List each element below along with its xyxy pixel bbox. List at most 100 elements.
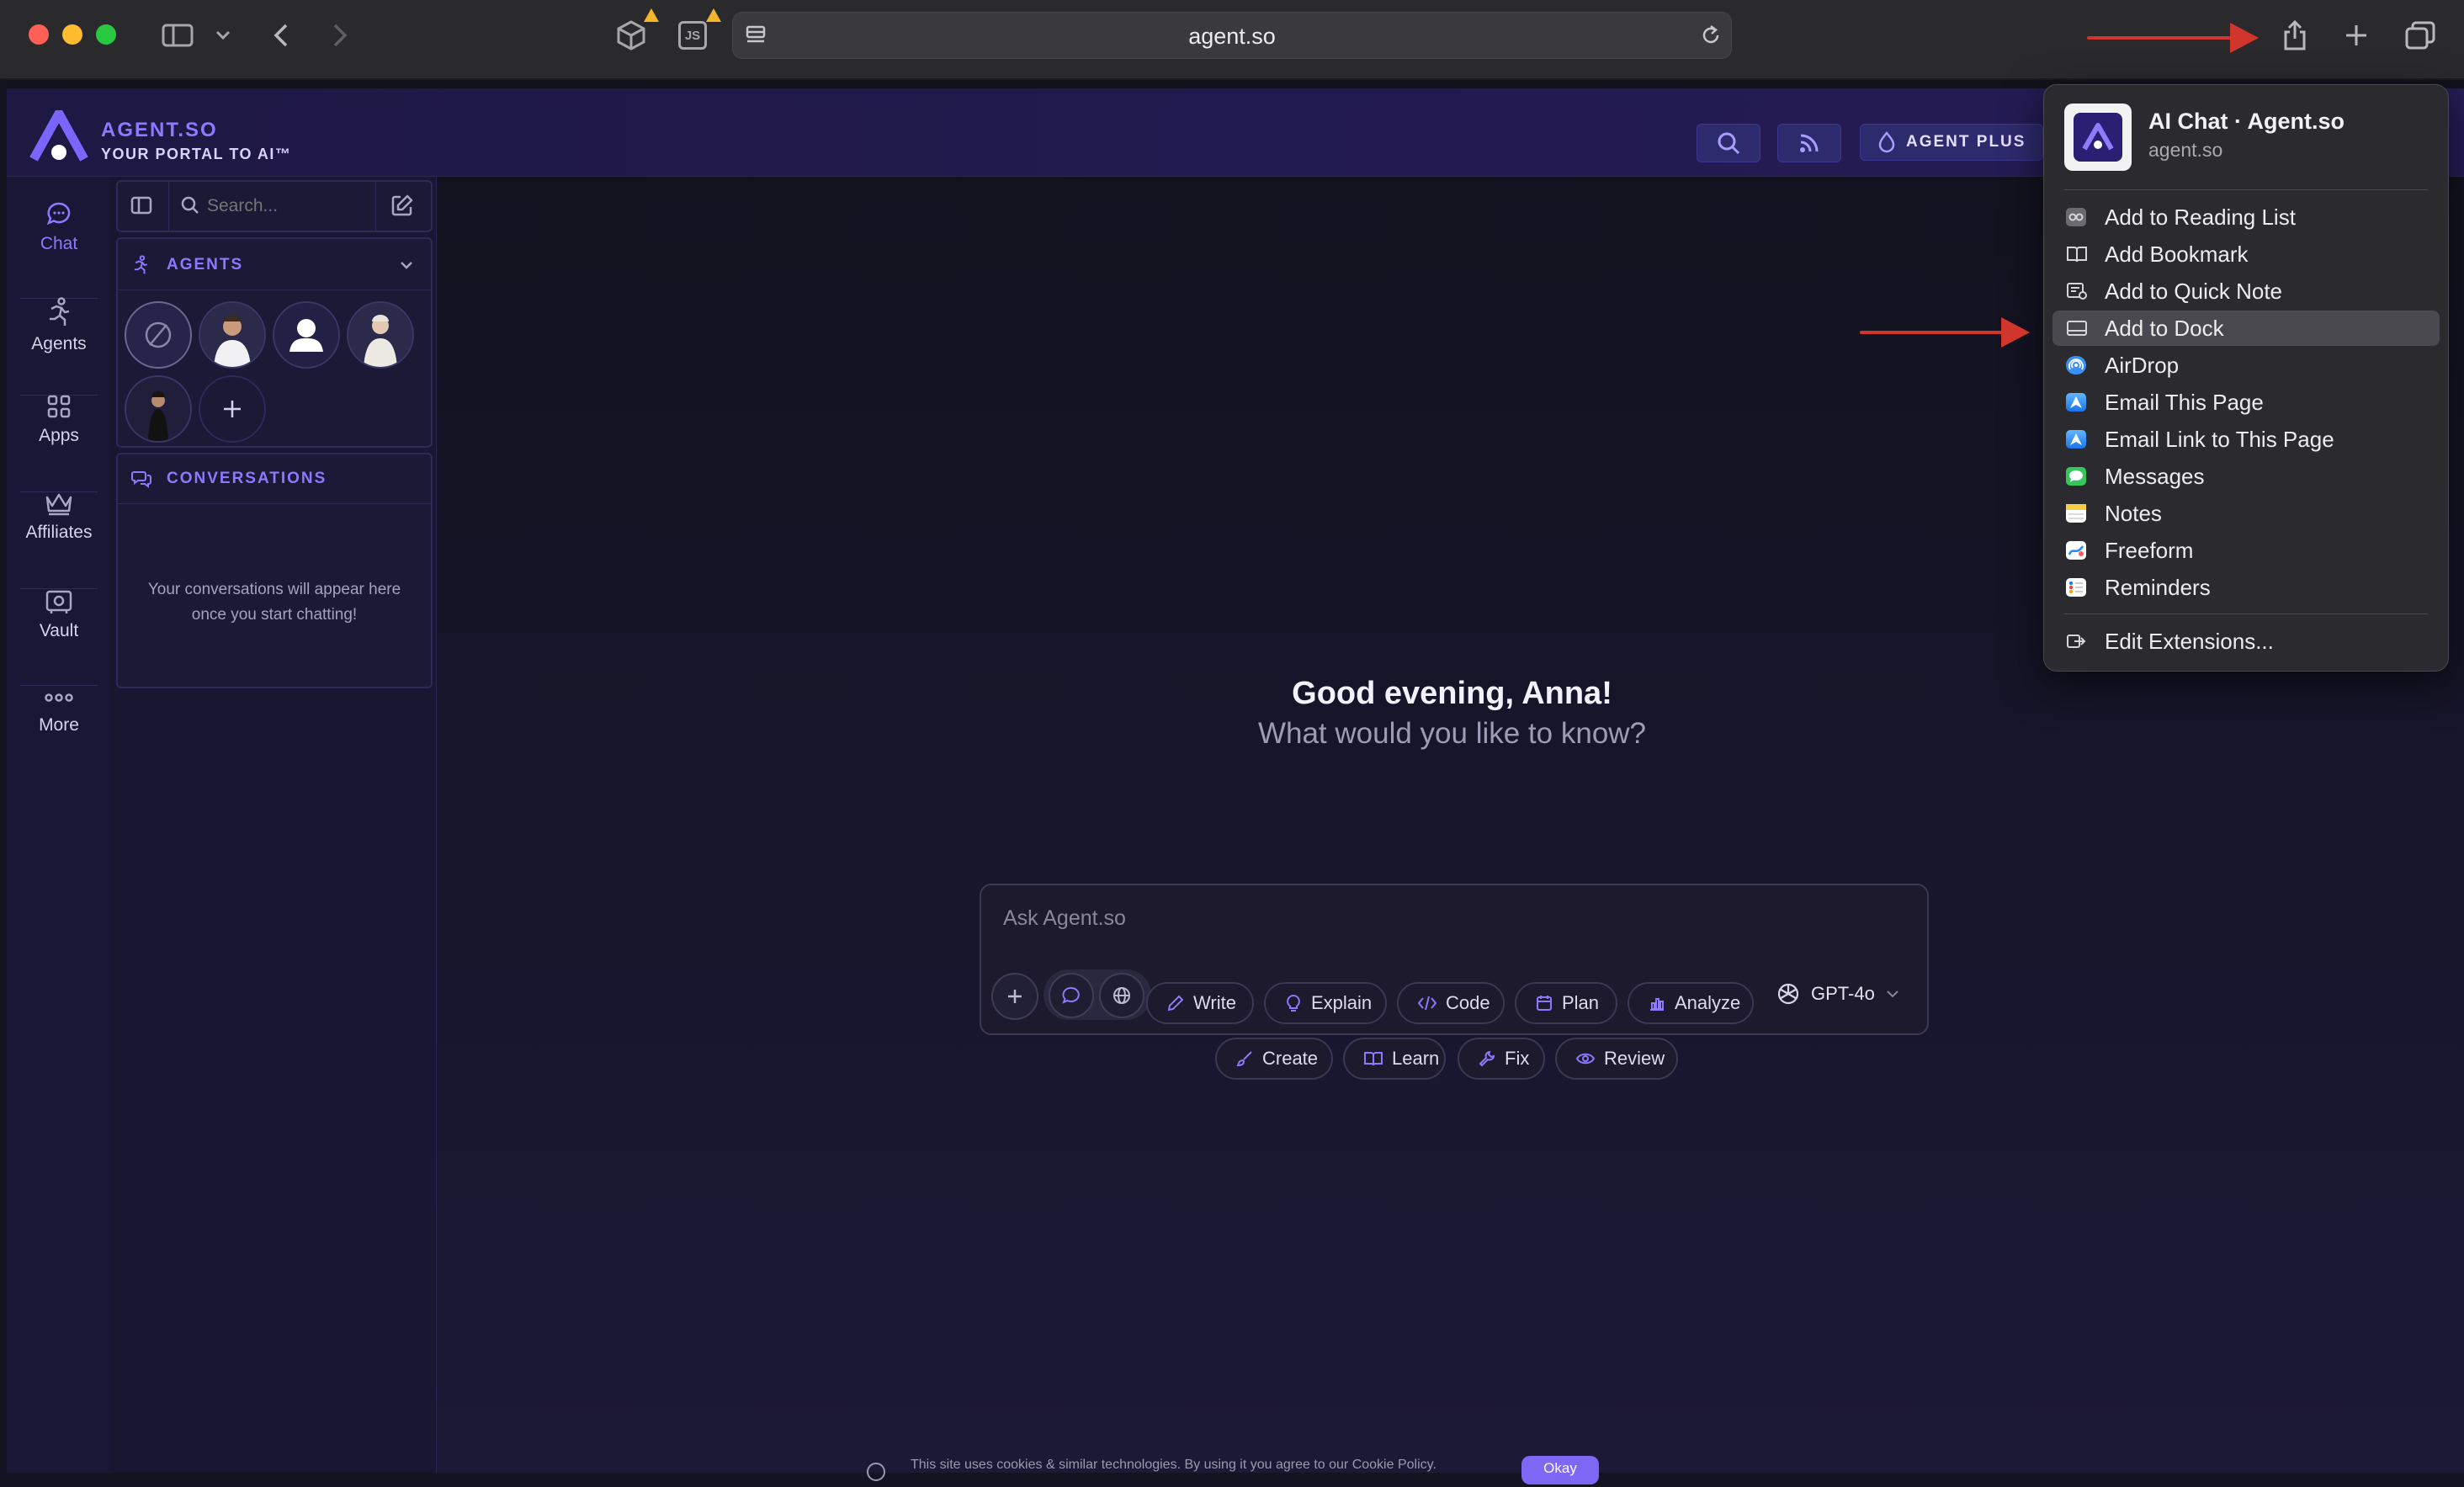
rail-item-chat[interactable]: Chat <box>7 200 111 293</box>
menu-item-add-bookmark[interactable]: Add Bookmark <box>2052 236 2440 272</box>
agent-avatar[interactable] <box>125 375 192 443</box>
menu-item-airdrop[interactable]: AirDrop <box>2052 348 2440 383</box>
chat-icon <box>46 202 71 226</box>
share-page-title: AI Chat · Agent.so <box>2148 109 2345 134</box>
agent-none-avatar[interactable] <box>125 301 192 369</box>
book-icon <box>2066 245 2087 263</box>
menu-item-edit-extensions[interactable]: Edit Extensions... <box>2052 624 2440 659</box>
chip-plan[interactable]: Plan <box>1515 982 1617 1024</box>
cookie-accept-button[interactable]: Okay <box>1521 1456 1599 1484</box>
close-window-button[interactable] <box>29 24 49 45</box>
chip-code[interactable]: Code <box>1397 982 1505 1024</box>
menu-item-label: Edit Extensions... <box>2105 629 2274 654</box>
header-search-button[interactable] <box>1697 124 1760 162</box>
reading-list-icon <box>2066 208 2086 226</box>
conversations-section: CONVERSATIONS Your conversations will ap… <box>116 453 433 688</box>
rail-item-apps[interactable]: Apps <box>7 394 111 486</box>
menu-item-reminders[interactable]: Reminders <box>2052 570 2440 605</box>
menu-item-freeform[interactable]: Freeform <box>2052 533 2440 568</box>
menu-item-email-link-to-this-page[interactable]: Email Link to This Page <box>2052 422 2440 457</box>
menu-item-messages[interactable]: Messages <box>2052 459 2440 494</box>
conversations-empty-text: Your conversations will appear here once… <box>147 581 401 624</box>
share-icon[interactable] <box>2277 15 2313 56</box>
mail-icon <box>2066 430 2086 449</box>
agents-header[interactable]: AGENTS <box>118 239 431 290</box>
sidebar-toggle-icon[interactable] <box>155 15 200 56</box>
menu-item-label: Email Link to This Page <box>2105 427 2334 452</box>
back-icon[interactable] <box>266 15 296 56</box>
pen-icon <box>1167 995 1184 1012</box>
chip-write[interactable]: Write <box>1146 982 1254 1024</box>
reload-icon[interactable] <box>1699 24 1723 51</box>
cookie-notice: This site uses cookies & similar technol… <box>911 1458 1436 1472</box>
minimize-window-button[interactable] <box>62 24 82 45</box>
menu-item-add-to-dock[interactable]: Add to Dock <box>2052 311 2440 346</box>
menu-item-add-to-quick-note[interactable]: Add to Quick Note <box>2052 274 2440 309</box>
agent-logo-icon <box>2064 104 2132 171</box>
lightbulb-icon <box>1287 994 1300 1012</box>
menu-divider <box>2064 189 2428 190</box>
ask-input[interactable] <box>1001 900 1897 936</box>
agent-avatar[interactable] <box>347 301 414 369</box>
menu-divider <box>2064 613 2428 614</box>
conversation-search-input[interactable] <box>205 192 369 220</box>
header-feed-button[interactable] <box>1777 124 1841 162</box>
chevron-down-icon[interactable] <box>399 259 414 274</box>
freeform-icon <box>2066 541 2086 560</box>
messages-icon <box>2066 467 2086 486</box>
zoom-window-button[interactable] <box>96 24 116 45</box>
new-tab-icon[interactable] <box>2339 15 2373 56</box>
chip-create-label: Create <box>1262 1048 1319 1069</box>
crown-icon <box>45 493 72 516</box>
rail-item-affiliates[interactable]: Affiliates <box>7 491 111 583</box>
js-extension-icon[interactable]: JS <box>675 15 710 56</box>
agent-plus-button[interactable]: AGENT PLUS <box>1860 124 2043 161</box>
address-bar[interactable]: agent.so <box>732 12 1732 59</box>
chip-explain-label: Explain <box>1311 992 1373 1013</box>
web-search-mode-button[interactable] <box>1099 973 1144 1018</box>
rail-item-agents[interactable]: Agents <box>7 297 111 390</box>
chip-create[interactable]: Create <box>1215 1038 1333 1080</box>
bar-chart-icon <box>1650 998 1664 1011</box>
chip-review[interactable]: Review <box>1555 1038 1678 1080</box>
chevron-down-icon[interactable] <box>210 15 236 56</box>
rail-label-more: More <box>39 715 79 735</box>
globe-icon <box>1113 987 1130 1004</box>
chip-learn[interactable]: Learn <box>1343 1038 1446 1080</box>
menu-item-add-to-reading-list[interactable]: Add to Reading List <box>2052 199 2440 235</box>
share-page-url: agent.so <box>2148 139 2223 161</box>
chat-mode-button[interactable] <box>1049 973 1094 1018</box>
plus-icon <box>224 401 241 417</box>
agent-plus-label: AGENT PLUS <box>1906 133 2026 151</box>
forward-icon[interactable] <box>325 15 355 56</box>
mail-icon <box>2066 393 2086 412</box>
model-selector[interactable]: GPT-4o <box>1776 981 1900 1006</box>
dock-icon <box>2066 319 2087 337</box>
user-icon <box>274 303 338 367</box>
chip-analyze[interactable]: Analyze <box>1628 982 1754 1024</box>
agent-logo-icon[interactable] <box>29 109 89 167</box>
chip-explain[interactable]: Explain <box>1264 982 1387 1024</box>
menu-item-email-this-page[interactable]: Email This Page <box>2052 385 2440 420</box>
panel-toolbar <box>116 180 433 232</box>
extensions-icon <box>2066 632 2086 651</box>
warning-icon <box>706 8 721 22</box>
rail-item-vault[interactable]: Vault <box>7 589 111 682</box>
tab-overview-icon[interactable] <box>2402 15 2439 56</box>
ellipsis-icon <box>45 693 73 702</box>
collapse-panel-icon[interactable] <box>130 194 153 221</box>
menu-item-label: Add Bookmark <box>2105 242 2249 267</box>
chip-fix[interactable]: Fix <box>1458 1038 1545 1080</box>
add-agent-button[interactable] <box>199 375 266 443</box>
menu-item-notes[interactable]: Notes <box>2052 496 2440 531</box>
rail-item-more[interactable]: More <box>7 692 111 784</box>
attach-button[interactable] <box>991 973 1038 1020</box>
user-avatar[interactable] <box>273 301 340 369</box>
annotation-arrow-head <box>2230 23 2259 53</box>
agent-avatar[interactable] <box>199 301 266 369</box>
annotation-arrow-head <box>2001 317 2030 348</box>
rail-label-affiliates: Affiliates <box>25 523 93 542</box>
agents-title: AGENTS <box>167 256 244 274</box>
new-chat-icon[interactable] <box>390 194 414 221</box>
quick-note-icon <box>2066 282 2087 300</box>
